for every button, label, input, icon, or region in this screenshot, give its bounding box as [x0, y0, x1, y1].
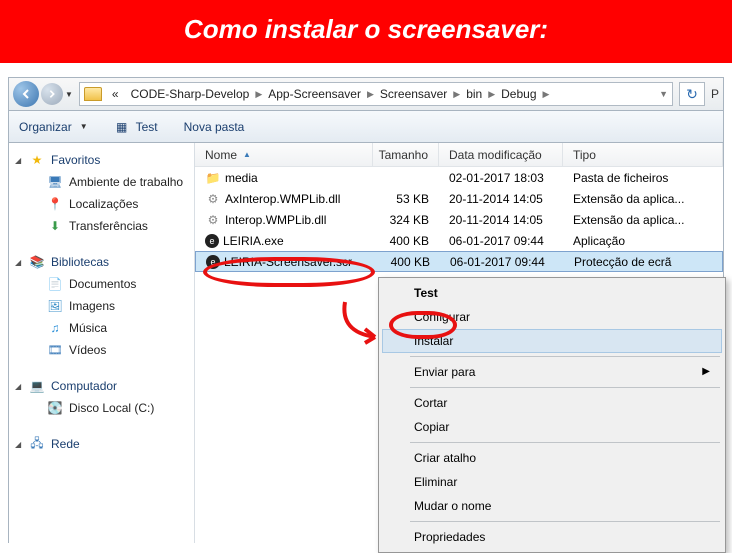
sidebar-item-videos[interactable]: 🎞Vídeos: [9, 339, 194, 361]
column-type[interactable]: Tipo: [563, 143, 723, 166]
ctx-sendto[interactable]: Enviar para▶: [382, 360, 722, 384]
libraries-header[interactable]: 📚Bibliotecas: [9, 251, 194, 273]
file-row[interactable]: 📁media 02-01-2017 18:03Pasta de ficheiro…: [195, 167, 723, 188]
instruction-banner: Como instalar o screensaver:: [0, 0, 732, 63]
ctx-separator: [410, 521, 720, 522]
sidebar-item-downloads[interactable]: ⬇Transferências: [9, 215, 194, 237]
computer-icon: 💻: [29, 378, 45, 394]
column-name[interactable]: Nome▲: [195, 143, 373, 166]
ctx-properties[interactable]: Propriedades: [382, 525, 722, 549]
ctx-delete[interactable]: Eliminar: [382, 470, 722, 494]
column-size[interactable]: Tamanho: [373, 143, 439, 166]
scr-icon: e: [206, 255, 220, 269]
sidebar-item-localdisk[interactable]: 💽Disco Local (C:): [9, 397, 194, 419]
chevron-right-icon[interactable]: ▶: [543, 89, 550, 100]
library-icon: 📚: [29, 254, 45, 270]
sidebar-item-places[interactable]: 📍Localizações: [9, 193, 194, 215]
file-row[interactable]: eLEIRIA.exe 400 KB06-01-2017 09:44Aplica…: [195, 230, 723, 251]
test-button[interactable]: ▦Test: [114, 119, 158, 135]
chevron-down-icon: ▼: [80, 122, 88, 131]
document-icon: 📄: [47, 276, 63, 292]
network-header[interactable]: 🖧Rede: [9, 433, 194, 455]
file-row[interactable]: ⚙AxInterop.WMPLib.dll 53 KB20-11-2014 14…: [195, 188, 723, 209]
breadcrumb-seg[interactable]: bin: [460, 87, 488, 101]
disk-icon: 💽: [47, 400, 63, 416]
refresh-button[interactable]: ↻: [679, 82, 705, 106]
places-icon: 📍: [47, 196, 63, 212]
chevron-down-icon[interactable]: ▼: [659, 89, 668, 99]
sidebar-item-desktop[interactable]: 🖥Ambiente de trabalho: [9, 171, 194, 193]
history-dropdown-icon[interactable]: ▼: [65, 90, 73, 99]
ctx-copy[interactable]: Copiar: [382, 415, 722, 439]
organize-button[interactable]: Organizar▼: [19, 120, 88, 134]
column-date[interactable]: Data modificação: [439, 143, 563, 166]
dll-icon: ⚙: [205, 191, 221, 207]
ctx-configure[interactable]: Configurar: [382, 305, 722, 329]
folder-icon: 📁: [205, 170, 221, 186]
chevron-right-icon: ▶: [702, 366, 710, 377]
favorites-header[interactable]: ★Favoritos: [9, 149, 194, 171]
chevron-right-icon[interactable]: ▶: [488, 89, 495, 100]
folder-icon: [84, 87, 102, 101]
column-headers: Nome▲ Tamanho Data modificação Tipo: [195, 143, 723, 167]
context-menu: Test Configurar Instalar Enviar para▶ Co…: [378, 277, 726, 553]
network-icon: 🖧: [29, 436, 45, 452]
ctx-install[interactable]: Instalar: [382, 329, 722, 353]
chevron-right-icon[interactable]: ▶: [255, 89, 262, 100]
breadcrumb-seg[interactable]: CODE-Sharp-Develop: [125, 87, 256, 101]
sidebar-item-images[interactable]: 🖼Imagens: [9, 295, 194, 317]
download-icon: ⬇: [47, 218, 63, 234]
file-row-selected[interactable]: eLEIRIA-Screensaver.scr 400 KB06-01-2017…: [195, 251, 723, 272]
breadcrumb-seg[interactable]: Screensaver: [374, 87, 453, 101]
breadcrumb-seg[interactable]: Debug: [495, 87, 542, 101]
file-list-pane: Nome▲ Tamanho Data modificação Tipo 📁med…: [195, 143, 723, 543]
image-icon: 🖼: [47, 298, 63, 314]
exe-icon: e: [205, 234, 219, 248]
toolbar: Organizar▼ ▦Test Nova pasta: [8, 111, 724, 143]
breadcrumb-bar[interactable]: « CODE-Sharp-Develop▶ App-Screensaver▶ S…: [79, 82, 673, 106]
video-icon: 🎞: [47, 342, 63, 358]
desktop-icon: 🖥: [47, 174, 63, 190]
ctx-separator: [410, 442, 720, 443]
chevron-right-icon[interactable]: ▶: [453, 89, 460, 100]
ctx-cut[interactable]: Cortar: [382, 391, 722, 415]
main-area: ★Favoritos 🖥Ambiente de trabalho 📍Locali…: [8, 143, 724, 543]
search-cutoff: P: [705, 87, 719, 101]
file-rows: 📁media 02-01-2017 18:03Pasta de ficheiro…: [195, 167, 723, 272]
ctx-separator: [410, 387, 720, 388]
back-button[interactable]: [13, 81, 39, 107]
new-folder-button[interactable]: Nova pasta: [184, 120, 245, 134]
file-row[interactable]: ⚙Interop.WMPLib.dll 324 KB20-11-2014 14:…: [195, 209, 723, 230]
dll-icon: ⚙: [205, 212, 221, 228]
ctx-shortcut[interactable]: Criar atalho: [382, 446, 722, 470]
computer-header[interactable]: 💻Computador: [9, 375, 194, 397]
breadcrumb-history[interactable]: «: [106, 87, 125, 101]
ctx-separator: [410, 356, 720, 357]
address-bar-row: ▼ « CODE-Sharp-Develop▶ App-Screensaver▶…: [8, 77, 724, 111]
navigation-pane: ★Favoritos 🖥Ambiente de trabalho 📍Locali…: [9, 143, 195, 543]
breadcrumb-seg[interactable]: App-Screensaver: [262, 87, 367, 101]
forward-button: [41, 83, 63, 105]
star-icon: ★: [29, 152, 45, 168]
sidebar-item-music[interactable]: ♫Música: [9, 317, 194, 339]
chevron-right-icon[interactable]: ▶: [367, 89, 374, 100]
ctx-rename[interactable]: Mudar o nome: [382, 494, 722, 518]
sidebar-item-documents[interactable]: 📄Documentos: [9, 273, 194, 295]
sort-asc-icon: ▲: [243, 150, 251, 159]
ctx-test[interactable]: Test: [382, 281, 722, 305]
music-icon: ♫: [47, 320, 63, 336]
test-icon: ▦: [114, 119, 130, 135]
